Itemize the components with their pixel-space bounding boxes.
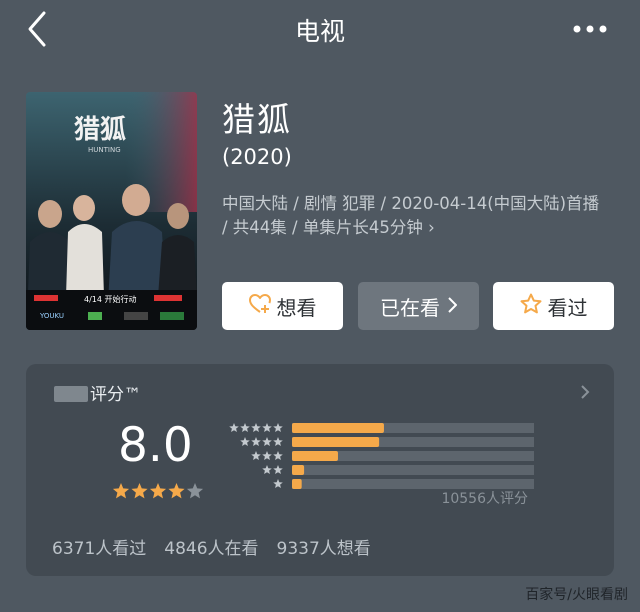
want-to-watch-button[interactable]: 想看 — [222, 282, 343, 330]
rating-card[interactable]: 评分™ 8.0 10556人评分 6371人看过 4846人在看 9337人想看 — [26, 364, 614, 576]
dist-star-icon — [262, 437, 272, 447]
watched-button[interactable]: 看过 — [493, 282, 614, 330]
dist-star-icon — [273, 479, 283, 489]
dist-star-icon — [273, 451, 283, 461]
rating-count: 10556人评分 — [441, 491, 528, 507]
dist-star-icon — [262, 451, 272, 461]
poster-image[interactable]: 猎狐 HUNTING 4/14 开始行动 YOUKU — [26, 92, 197, 330]
watch-stats: 6371人看过 4846人在看 9337人想看 — [52, 534, 389, 559]
rating-distribution — [229, 423, 534, 489]
watching-label: 已在看 — [380, 295, 440, 320]
heart-plus-icon — [248, 293, 271, 319]
dist-star-icon — [273, 437, 283, 447]
show-year: (2020) — [222, 145, 292, 169]
poster-subtitle: HUNTING — [88, 146, 121, 154]
dist-star-icon — [273, 423, 283, 433]
more-dots-icon[interactable] — [572, 24, 608, 34]
chevron-right-icon[interactable] — [580, 384, 590, 400]
star-filled-icon — [168, 483, 185, 499]
watched-label: 看过 — [547, 295, 588, 320]
dist-bar-2-star — [292, 465, 305, 475]
show-title: 猎狐 — [222, 100, 292, 139]
show-info[interactable]: 中国大陆 / 剧情 犯罪 / 2020-04-14(中国大陆)首播 / 共44集… — [222, 192, 602, 240]
dist-star-icon — [251, 437, 261, 447]
top-bar: 电视 — [0, 0, 640, 60]
poster-logo: YOUKU — [39, 312, 64, 320]
dist-star-icon — [262, 465, 272, 475]
star-filled-icon — [149, 483, 167, 499]
watched-count: 6371人看过 — [52, 539, 147, 559]
star-filled-icon — [131, 483, 148, 499]
watching-count: 4846人在看 — [164, 539, 259, 559]
watching-button[interactable]: 已在看 — [358, 282, 479, 330]
chevron-right-icon: › — [428, 218, 435, 237]
star-outline-icon — [520, 293, 542, 319]
dist-bar-5-star — [292, 423, 384, 433]
score-stars — [112, 483, 204, 499]
page-title: 电视 — [294, 17, 345, 46]
watermark: 百家号/火眼看剧 — [525, 587, 628, 603]
chevron-right-icon — [448, 294, 458, 318]
want-to-watch-label: 想看 — [276, 295, 317, 320]
dist-star-icon — [251, 451, 261, 461]
dist-bar-4-star — [292, 437, 380, 447]
dist-star-icon — [262, 423, 272, 433]
dist-bar-3-star — [292, 451, 338, 461]
rating-label: 评分™ — [54, 380, 141, 405]
poster-title: 猎狐 — [74, 115, 126, 145]
dist-star-icon — [273, 465, 283, 475]
want-count: 9337人想看 — [276, 539, 371, 559]
rating-score: 8.0 — [118, 418, 193, 473]
blurred-logo — [54, 386, 88, 402]
dist-star-icon — [240, 423, 250, 433]
dist-track — [292, 465, 534, 475]
show-info-text: 中国大陆 / 剧情 犯罪 / 2020-04-14(中国大陆)首播 / 共44集… — [222, 194, 600, 237]
poster-date: 4/14 开始行动 — [84, 294, 137, 304]
dist-star-icon — [251, 423, 261, 433]
star-empty-icon — [186, 483, 204, 499]
star-filled-icon — [112, 483, 130, 499]
dist-star-icon — [240, 437, 250, 447]
dist-star-icon — [229, 423, 239, 433]
dist-bar-1-star — [292, 479, 302, 489]
